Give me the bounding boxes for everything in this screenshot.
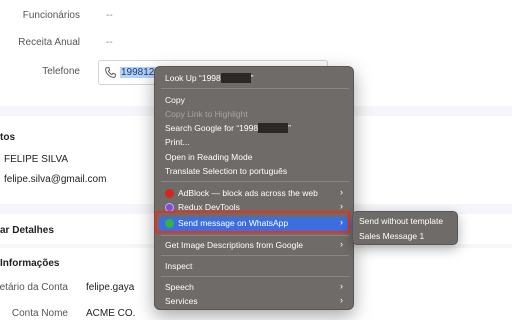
menu-item-copy-link: Copy Link to Highlight — [165, 109, 248, 119]
chevron-right-icon: › — [340, 187, 343, 197]
whatsapp-submenu: Send without template Sales Message 1 — [352, 211, 458, 245]
menu-item-image-descriptions[interactable]: Get Image Descriptions from Google — [165, 240, 303, 250]
menu-item-reading-mode[interactable]: Open in Reading Mode — [165, 152, 252, 162]
menu-item-inspect[interactable]: Inspect — [165, 261, 192, 271]
contact-name: FELIPE SILVA — [4, 154, 69, 165]
menu-separator — [161, 255, 349, 256]
revenue-label: Receita Anual — [18, 37, 80, 48]
menu-separator — [161, 235, 349, 236]
adblock-icon — [165, 189, 174, 198]
submenu-item-sales-message[interactable]: Sales Message 1 — [359, 231, 424, 241]
menu-separator — [161, 276, 349, 277]
account-name-label: Conta Nome — [11, 308, 68, 319]
menu-item-adblock[interactable]: AdBlock — block ads across the web — [178, 188, 318, 198]
look-up-label-end: ” — [250, 73, 254, 83]
menu-item-translate[interactable]: Translate Selection to português — [165, 166, 287, 176]
employees-value: -- — [106, 10, 113, 21]
revenue-value: -- — [106, 37, 113, 48]
redaction-bar — [258, 123, 289, 133]
chevron-right-icon: › — [340, 239, 343, 249]
owner-value: felipe.gaya — [86, 282, 135, 293]
redaction-bar — [220, 73, 251, 83]
menu-item-print[interactable]: Print... — [165, 137, 190, 147]
look-up-label: Look Up “1998 — [165, 73, 221, 83]
phone-label: Telefone — [42, 66, 80, 77]
contact-email[interactable]: felipe.silva@gmail.com — [4, 174, 106, 185]
menu-separator — [161, 88, 349, 89]
context-menu: Look Up “1998 ” Copy Copy Link to Highlig… — [154, 66, 354, 310]
phone-icon — [105, 67, 116, 78]
search-google-label-end: ” — [288, 123, 291, 133]
submenu-item-send-without-template[interactable]: Send without template — [359, 216, 443, 226]
chevron-right-icon: › — [340, 281, 343, 291]
search-google-label: Search Google for “1998 — [165, 123, 259, 133]
menu-separator — [161, 181, 349, 182]
chevron-right-icon: › — [340, 295, 343, 305]
menu-item-services[interactable]: Services — [165, 296, 198, 306]
menu-item-copy[interactable]: Copy — [165, 95, 185, 105]
menu-item-speech[interactable]: Speech — [165, 282, 194, 292]
employees-label: Funcionários — [22, 10, 80, 21]
menu-item-search-google[interactable]: Search Google for “1998 ” — [165, 123, 291, 133]
account-name-value: ACME CO. — [86, 308, 136, 319]
owner-label: ietário da Conta — [0, 282, 68, 293]
info-heading: Informações — [0, 258, 60, 269]
menu-item-look-up[interactable]: Look Up “1998 ” — [165, 73, 254, 83]
details-heading[interactable]: ar Detalhes — [0, 225, 54, 236]
whatsapp-annotation-frame — [155, 211, 350, 233]
chevron-right-icon: › — [340, 201, 343, 211]
contact-heading: tos — [0, 132, 15, 143]
